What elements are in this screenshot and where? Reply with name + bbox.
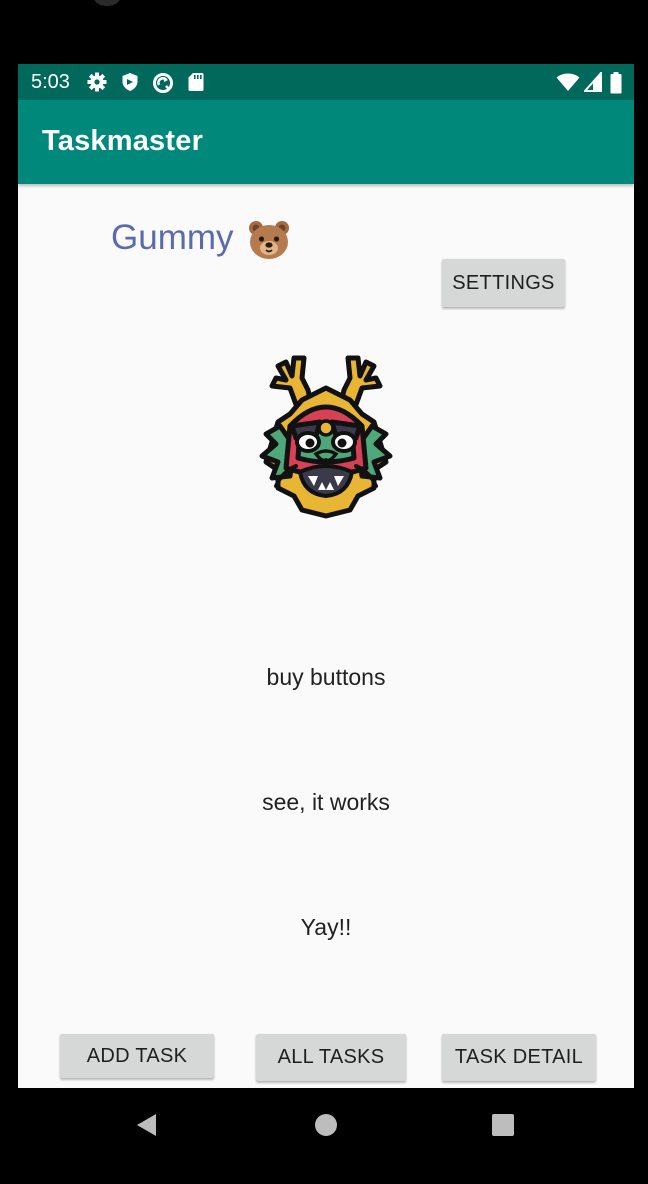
app-screen: 5:03 Taskmaster Gummy SETTINGS buy butto… [18,64,634,1088]
home-icon[interactable] [314,1113,338,1137]
shield-icon [122,73,138,91]
sync-icon [153,73,173,93]
status-time: 5:03 [31,71,70,93]
front-camera [94,0,120,6]
status-bar: 5:03 [18,64,634,100]
task-item-3[interactable]: Yay!! [18,914,634,941]
app-title: Taskmaster [42,125,204,157]
app-bar: Taskmaster [18,100,634,184]
signal-icon [584,72,602,92]
username-label: Gummy [111,218,234,257]
sd-card-icon [188,73,204,91]
all-tasks-button[interactable]: ALL TASKS [256,1034,406,1081]
add-task-button[interactable]: ADD TASK [60,1034,214,1078]
back-icon[interactable] [134,1112,160,1138]
gear-icon [87,72,107,92]
wifi-icon [556,73,580,91]
dragon-mask-icon [259,355,393,519]
task-detail-button[interactable]: TASK DETAIL [442,1034,596,1081]
settings-button[interactable]: SETTINGS [442,259,565,307]
task-item-2[interactable]: see, it works [18,789,634,816]
navigation-bar [0,1088,648,1184]
recents-icon[interactable] [492,1114,514,1136]
bear-face-icon [249,221,289,259]
task-item-1[interactable]: buy buttons [18,664,634,691]
battery-icon [610,72,622,94]
